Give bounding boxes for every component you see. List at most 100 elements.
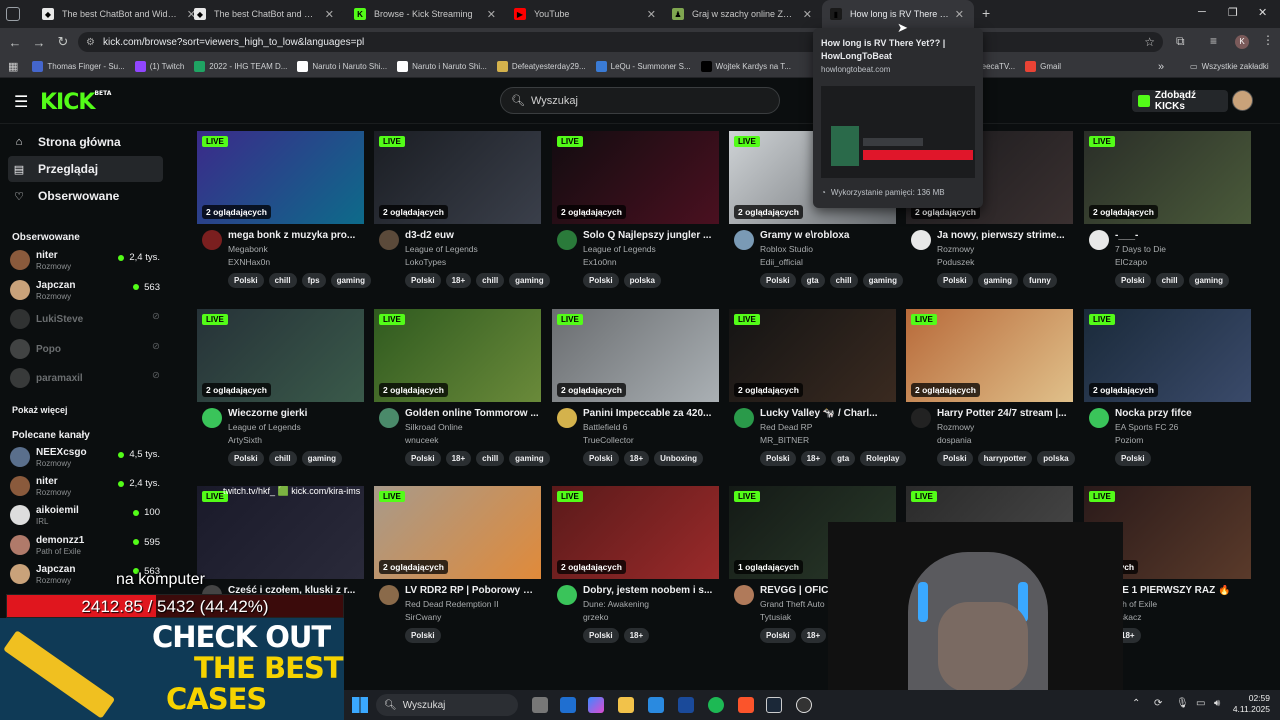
brave-icon[interactable] — [738, 697, 754, 713]
stream-card[interactable]: LIVE 2 oglądających Solo Q Najlepszy jungl… — [552, 131, 719, 301]
stream-category[interactable]: Battlefield 6 — [583, 422, 627, 432]
stream-thumbnail[interactable]: LIVE 2 oglądających — [1084, 131, 1251, 224]
browser-tab[interactable]: ◆ The best ChatBot and Widg ✕ — [186, 0, 344, 28]
stream-title[interactable]: Dobry, jestem noobem i s... — [583, 585, 717, 596]
stream-card[interactable]: LIVE 2 oglądających mega bonk z muzyka pro… — [197, 131, 372, 301]
stream-thumbnail[interactable]: LIVE 2 oglądających — [552, 486, 719, 579]
back-arrow-icon[interactable]: ← — [4, 31, 26, 53]
stream-username[interactable]: Ex1o0nn — [583, 257, 617, 267]
stream-title[interactable]: Lucky Valley 🐄 / Charl... — [760, 408, 894, 419]
tag-pill[interactable]: Polski — [760, 451, 796, 466]
tag-pill[interactable]: funny — [1023, 273, 1057, 288]
tag-pill[interactable]: Polski — [937, 451, 973, 466]
tag-pill[interactable]: gaming — [509, 273, 550, 288]
bookmarks-more-button[interactable]: » — [1158, 61, 1164, 73]
stream-thumbnail[interactable]: LIVE twitch.tv/hkf_ 🟩 kick.com/kira-ims — [197, 486, 364, 579]
media-control-icon[interactable]: ≡ — [1210, 34, 1217, 48]
steam-icon[interactable] — [766, 697, 782, 713]
tab-close-icon[interactable]: ✕ — [955, 8, 964, 21]
channel-avatar[interactable] — [734, 230, 754, 250]
channel-avatar[interactable] — [202, 230, 222, 250]
tag-pill[interactable]: Polski — [405, 451, 441, 466]
stream-thumbnail[interactable]: LIVE 2 oglądających — [374, 309, 541, 402]
stream-card[interactable]: LIVE 2 oglądających -___- 7 Days to Die ElCz… — [1084, 131, 1251, 301]
obs-icon[interactable] — [796, 697, 812, 713]
tab-close-icon[interactable]: ✕ — [487, 8, 496, 21]
browser-tab[interactable]: ▶ YouTube ✕ — [506, 0, 666, 28]
stream-username[interactable]: wnuceek — [405, 435, 439, 445]
stream-username[interactable]: Tytusiak — [760, 612, 791, 622]
stream-card[interactable]: LIVE 2 oglądających Nocka przy fifce EA Spo… — [1084, 309, 1251, 479]
tag-pill[interactable]: harrypotter — [977, 451, 1033, 466]
stream-card[interactable]: LIVE 2 oglądających Dobry, jestem noobem i… — [552, 486, 719, 656]
bookmark-star-icon[interactable]: ☆ — [1144, 35, 1155, 49]
stream-card[interactable]: LIVE 2 oglądających d3-d2 euw League of Leg… — [374, 131, 550, 301]
app-icon[interactable] — [678, 697, 694, 713]
kick-logo[interactable]: KICKBETA — [40, 90, 111, 115]
bookmark-item[interactable]: Wojtek Kardys na T... — [700, 61, 791, 72]
stream-category[interactable]: Grand Theft Auto — [760, 599, 825, 609]
profile-avatar[interactable]: K — [1235, 35, 1249, 49]
tag-pill[interactable]: Unboxing — [654, 451, 704, 466]
volume-icon[interactable]: 🔊︎ — [1214, 698, 1220, 709]
stream-thumbnail[interactable]: LIVE 2 oglądających — [552, 309, 719, 402]
stream-username[interactable]: MR_BITNER — [760, 435, 809, 445]
stream-username[interactable]: SirCwany — [405, 612, 441, 622]
stream-card[interactable]: LIVE 2 oglądających Wieczorne gierki League… — [197, 309, 364, 479]
stream-title[interactable]: LV RDR2 RP | Poborowy Si... — [405, 585, 539, 596]
extensions-icon[interactable]: ⧉ — [1176, 34, 1185, 49]
tag-pill[interactable]: gta — [831, 451, 856, 466]
tag-pill[interactable]: chill — [268, 451, 297, 466]
stream-thumbnail[interactable]: LIVE 2 oglądających — [906, 309, 1073, 402]
channel-avatar[interactable] — [202, 408, 222, 428]
stream-category[interactable]: League of Legends — [405, 244, 478, 254]
stream-category[interactable]: Rozmowy — [937, 422, 974, 432]
tag-pill[interactable]: Polski — [228, 273, 264, 288]
stream-thumbnail[interactable]: LIVE 2 oglądających — [729, 309, 896, 402]
channel-avatar[interactable] — [734, 585, 754, 605]
browser-tab[interactable]: K Browse - Kick Streaming ✕ — [346, 0, 506, 28]
sidebar-channel[interactable]: niter Rozmowy 2,4 tys. — [10, 472, 160, 500]
bookmark-item[interactable]: (1) Twitch — [134, 61, 184, 72]
tag-pill[interactable]: 18+ — [623, 628, 650, 643]
stream-card[interactable]: LIVE 2 oglądających Harry Potter 24/7 stre… — [906, 309, 1075, 479]
sidebar-channel[interactable]: NEEXcsgo Rozmowy 4,5 tys. — [10, 443, 160, 471]
minimize-button[interactable]: ─ — [1198, 6, 1206, 18]
stream-username[interactable]: LokoTypes — [405, 257, 446, 267]
tag-pill[interactable]: 18+ — [623, 451, 650, 466]
sidebar-nav-home[interactable]: ⌂ Strona główna — [8, 129, 163, 155]
browser-tab[interactable]: ♟ Graj w szachy online ZA DARMO ✕ — [664, 0, 822, 28]
stream-title[interactable]: DE 1 PIERWSZY RAZ 🔥 — [1115, 585, 1249, 596]
tag-pill[interactable]: 18+ — [445, 451, 472, 466]
channel-avatar[interactable] — [557, 230, 577, 250]
stream-username[interactable]: EXNHax0n — [228, 257, 270, 267]
file-explorer-icon[interactable] — [618, 697, 634, 713]
stream-title[interactable]: Ja nowy, pierwszy strime... — [937, 230, 1071, 241]
channel-avatar[interactable] — [379, 408, 399, 428]
tag-pill[interactable]: gaming — [301, 451, 343, 466]
bookmark-item[interactable]: 2022 - IHG TEAM D... — [194, 61, 287, 72]
stream-card[interactable]: LIVE 2 oglądających LV RDR2 RP | Poborowy … — [374, 486, 541, 656]
sidebar-nav-browse[interactable]: ▤ Przeglądaj — [8, 156, 163, 182]
tag-pill[interactable]: Polski — [228, 451, 264, 466]
tag-pill[interactable]: gta — [800, 273, 825, 288]
stream-title[interactable]: d3-d2 euw — [405, 230, 539, 241]
all-bookmarks-folder[interactable]: ▭ Wszystkie zakładki — [1190, 62, 1269, 71]
taskbar-clock[interactable]: 02:59 4.11.2025 — [1233, 693, 1270, 715]
stream-title[interactable]: Solo Q Najlepszy jungler ... — [583, 230, 717, 241]
tag-pill[interactable]: Polski — [760, 273, 796, 288]
tag-pill[interactable]: Polski — [405, 628, 441, 643]
new-tab-button[interactable]: + — [982, 5, 990, 21]
tag-pill[interactable]: Polski — [760, 628, 796, 643]
show-more-link[interactable]: Pokaż więcej — [12, 405, 68, 415]
tag-pill[interactable]: chill — [1155, 273, 1184, 288]
tag-pill[interactable]: gaming — [509, 451, 550, 466]
stream-title[interactable]: Wieczorne gierki — [228, 408, 362, 419]
channel-avatar[interactable] — [557, 585, 577, 605]
tag-pill[interactable]: chill — [476, 451, 505, 466]
stream-card[interactable]: LIVE 2 oglądających Golden online Tommorow… — [374, 309, 550, 479]
stream-username[interactable]: ElCzapo — [1115, 257, 1147, 267]
ms-store-icon[interactable] — [648, 697, 664, 713]
bookmark-item[interactable]: Gmail — [1025, 61, 1061, 72]
sidebar-channel[interactable]: paramaxil ⊘ — [10, 364, 160, 392]
